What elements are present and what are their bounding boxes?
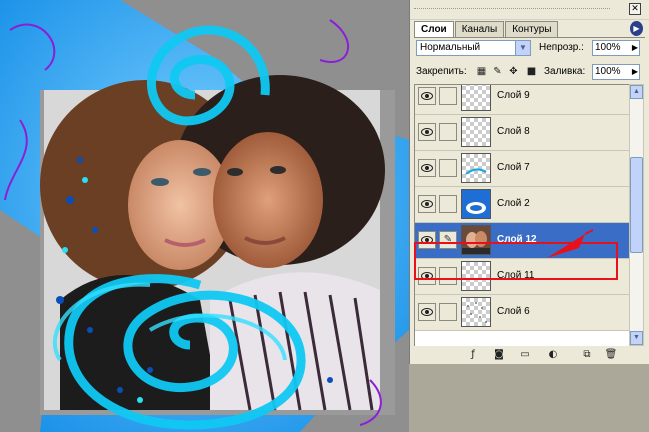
layer-name: Слой 8 [497, 126, 530, 137]
opacity-value: 100% [595, 42, 621, 53]
layer-row-7[interactable]: Слой 7 [415, 151, 629, 187]
lock-all-icon[interactable]: ■ [526, 66, 537, 77]
eye-icon[interactable] [418, 303, 436, 321]
tab-layers[interactable]: Слои [414, 21, 454, 38]
scroll-up-icon[interactable]: ▲ [630, 85, 643, 99]
palette-bottom-toolbar: ƒ ◙ ▭ ◐ ⧉ 🗑 [410, 346, 649, 364]
palette-menu-icon[interactable]: ▶ [630, 21, 643, 36]
palette-titlebar[interactable]: ✕ [410, 0, 649, 20]
layer-row-9[interactable]: Слой 9 [415, 85, 629, 115]
layer-row-2[interactable]: Слой 2 [415, 187, 629, 223]
opacity-field[interactable]: 100% ▶ [592, 40, 640, 56]
new-layer-icon[interactable]: ⧉ [580, 348, 594, 361]
layer-thumbnail [461, 297, 491, 327]
trash-icon[interactable]: 🗑 [604, 348, 618, 361]
lock-move-icon[interactable]: ✥ [508, 66, 519, 77]
layer-style-icon[interactable]: ƒ [466, 348, 480, 361]
red-arrow-annotation [547, 229, 594, 258]
fill-value: 100% [595, 66, 621, 77]
mask-icon[interactable]: ◙ [492, 348, 506, 361]
lock-row: Закрепить: ▦ ✎ ✥ ■ Заливка: 100% ▶ [416, 64, 644, 82]
lock-paint-icon[interactable]: ✎ [492, 66, 503, 77]
eye-icon[interactable] [418, 87, 436, 105]
link-icon[interactable] [439, 123, 457, 141]
layer-row-6[interactable]: Слой 6 [415, 295, 629, 331]
layer-row-8[interactable]: Слой 8 [415, 115, 629, 151]
link-icon[interactable] [439, 195, 457, 213]
lock-label: Закрепить: [416, 66, 467, 77]
blend-row: Нормальный ▼ Непрозр.: 100% ▶ [416, 40, 644, 58]
scroll-down-icon[interactable]: ▼ [630, 331, 643, 345]
tab-divider [414, 37, 645, 38]
layer-name: Слой 6 [497, 306, 530, 317]
close-icon[interactable]: ✕ [629, 3, 641, 15]
image-canvas[interactable] [0, 0, 409, 432]
eye-icon[interactable] [418, 159, 436, 177]
palette-tabs: Слои Каналы Контуры [414, 21, 559, 38]
new-group-icon[interactable]: ▭ [518, 348, 532, 361]
fill-arrow-icon[interactable]: ▶ [632, 65, 638, 79]
layers-palette: ✕ Слои Каналы Контуры ▶ Нормальный ▼ Неп… [409, 0, 649, 364]
eye-icon[interactable] [418, 195, 436, 213]
fill-field[interactable]: 100% ▶ [592, 64, 640, 80]
layer-list: Слой 9 Слой 8 Слой 7 Слой 2 ✎ Слой 12 Сл… [414, 84, 630, 348]
workspace-background [409, 364, 649, 432]
adjustment-icon[interactable]: ◐ [546, 348, 560, 361]
link-icon[interactable] [439, 87, 457, 105]
layer-thumbnail [461, 117, 491, 147]
opacity-label: Непрозр.: [539, 42, 584, 53]
photo-artwork [0, 0, 409, 432]
eye-icon[interactable] [418, 123, 436, 141]
tab-paths[interactable]: Контуры [505, 21, 559, 37]
blend-mode-select[interactable]: Нормальный ▼ [416, 40, 531, 56]
fill-label: Заливка: [544, 66, 586, 77]
layer-name: Слой 7 [497, 162, 530, 173]
palette-grip [414, 8, 610, 10]
lock-transparency-icon[interactable]: ▦ [476, 66, 487, 77]
opacity-arrow-icon[interactable]: ▶ [632, 41, 638, 55]
tab-channels[interactable]: Каналы [454, 21, 505, 37]
layer-thumbnail [461, 189, 491, 219]
layer-list-scrollbar[interactable]: ▲ ▼ [629, 84, 644, 346]
layer-name: Слой 9 [497, 90, 530, 101]
layer-name: Слой 2 [497, 198, 530, 209]
scroll-thumb[interactable] [630, 157, 643, 253]
link-icon[interactable] [439, 303, 457, 321]
layer-thumbnail [461, 153, 491, 183]
layer-thumbnail [461, 85, 491, 111]
blend-mode-value: Нормальный [420, 42, 481, 53]
link-icon[interactable] [439, 159, 457, 177]
chevron-down-icon[interactable]: ▼ [515, 41, 530, 55]
